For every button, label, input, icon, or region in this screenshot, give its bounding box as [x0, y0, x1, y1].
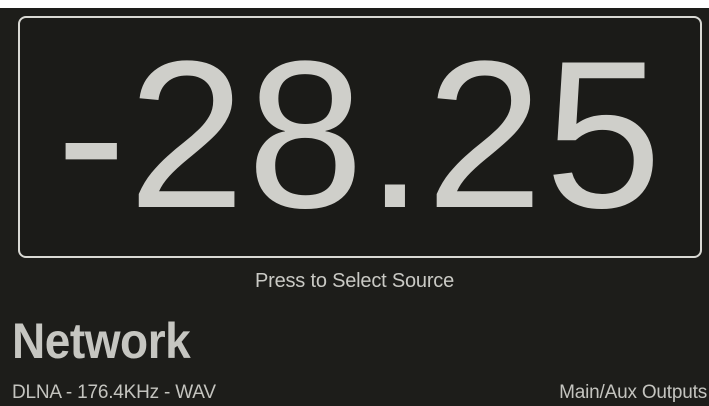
- player-screen: -28.25 Press to Select Source Network DL…: [0, 0, 709, 406]
- volume-display-panel[interactable]: -28.25: [18, 16, 702, 258]
- select-source-hint: Press to Select Source: [254, 270, 455, 292]
- source-name: Network: [12, 313, 191, 369]
- outputs-label: Main/Aux Outputs: [559, 382, 707, 403]
- top-edge-strip: [0, 0, 709, 8]
- volume-readout: -28.25: [56, 17, 664, 252]
- stream-format-info: DLNA - 176.4KHz - WAV: [12, 382, 216, 403]
